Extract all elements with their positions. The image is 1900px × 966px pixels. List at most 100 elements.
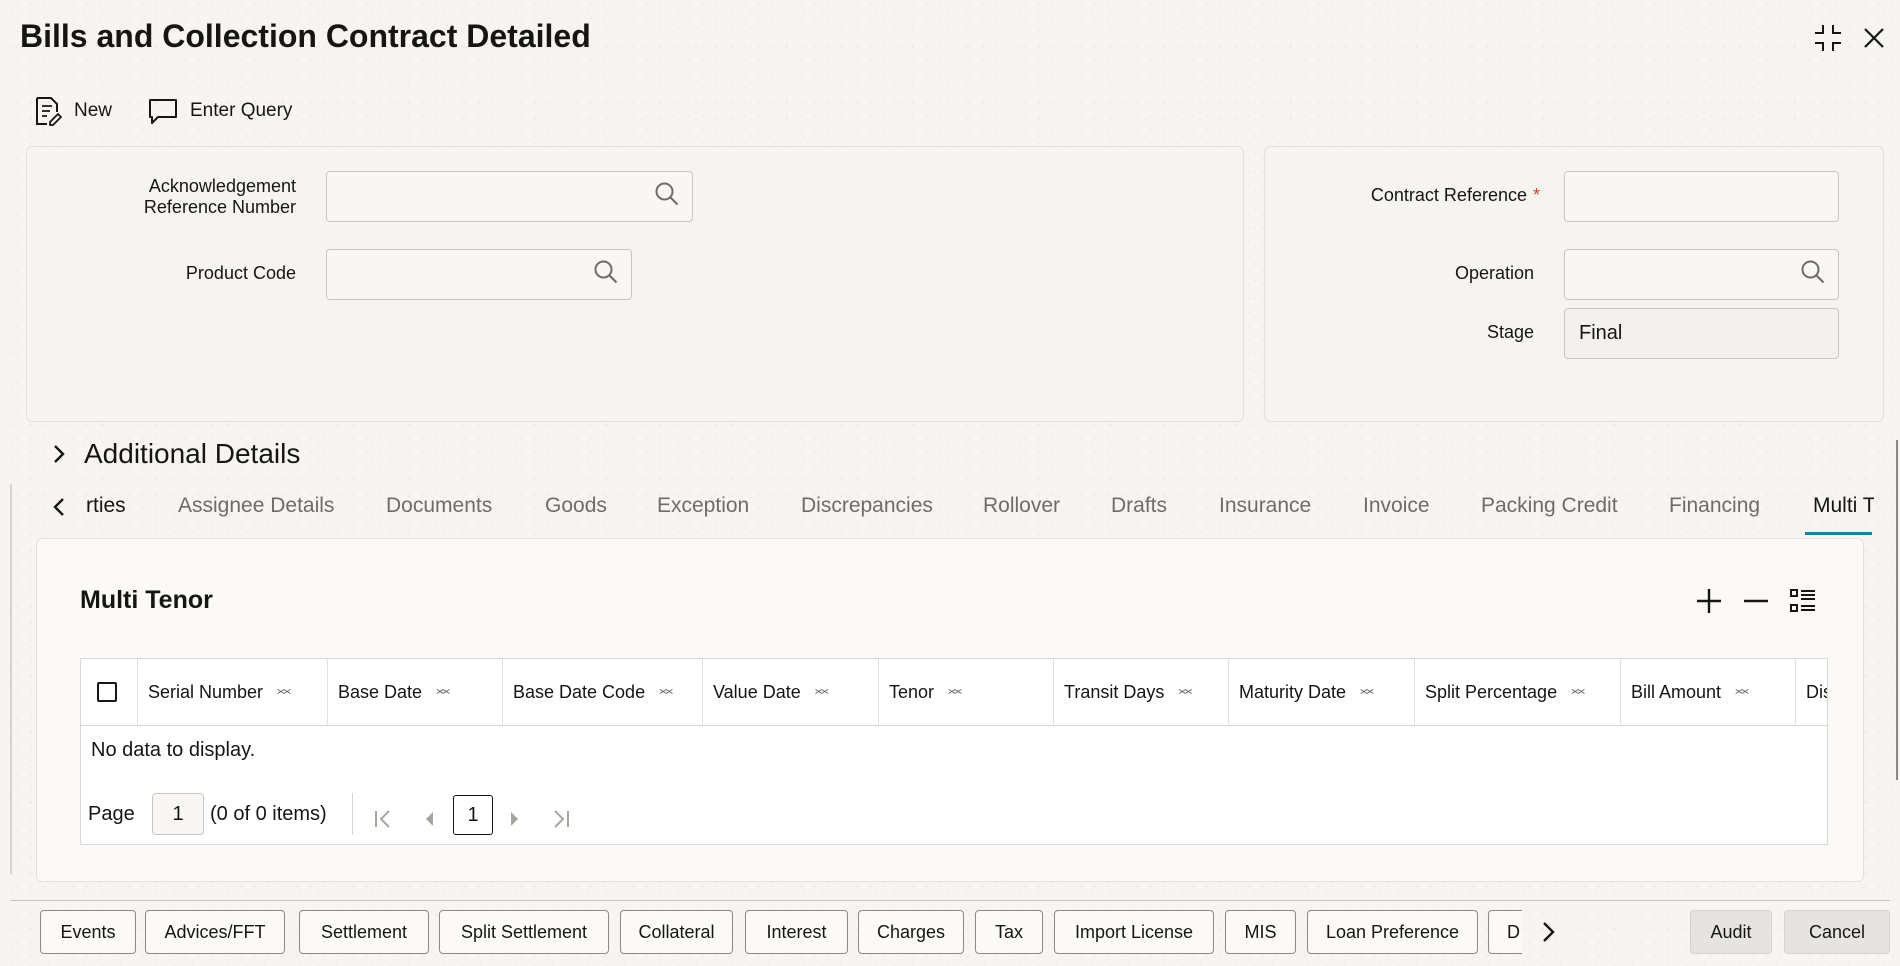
col-base-date-code[interactable]: Base Date Code ︿ ﹀: [503, 659, 703, 725]
advices-fft-button[interactable]: Advices/FFT: [145, 910, 285, 954]
sort-icon: ︿ ﹀: [1735, 680, 1750, 704]
col-base-date-label: Base Date: [338, 681, 423, 702]
product-code-input[interactable]: [326, 249, 632, 300]
tab-drafts[interactable]: Drafts: [1111, 494, 1167, 518]
new-button-label: New: [74, 100, 113, 121]
tab-parties[interactable]: rties: [86, 494, 126, 518]
charges-button[interactable]: Charges: [858, 910, 964, 954]
collateral-button[interactable]: Collateral: [620, 910, 733, 954]
items-count: (0 of 0 items): [210, 803, 327, 825]
contract-ref-label: Contract Reference *: [1310, 185, 1540, 206]
chevron-left-icon: [53, 498, 64, 516]
tab-insurance[interactable]: Insurance: [1219, 494, 1311, 518]
col-transit-days[interactable]: Transit Days ︿ ﹀: [1054, 659, 1229, 725]
ack-ref-label: Acknowledgement Reference Number: [100, 176, 296, 218]
next-page-button[interactable]: [508, 808, 522, 835]
current-page-indicator[interactable]: 1: [453, 795, 493, 835]
select-all-checkbox-cell: [81, 659, 138, 725]
more-footer-button[interactable]: D: [1488, 910, 1522, 954]
sort-icon: ︿ ﹀: [948, 680, 963, 704]
col-serial-number-label: Serial Number: [148, 681, 264, 702]
last-page-button[interactable]: [550, 808, 572, 835]
cancel-button[interactable]: Cancel: [1784, 910, 1890, 954]
settlement-button[interactable]: Settlement: [299, 910, 429, 954]
col-discount[interactable]: Dis: [1796, 659, 1827, 725]
active-tab-indicator: [1805, 532, 1872, 535]
single-view-button[interactable]: [1788, 586, 1818, 621]
sort-icon: ︿ ﹀: [277, 680, 292, 704]
col-serial-number[interactable]: Serial Number ︿ ﹀: [138, 659, 328, 725]
chevron-right-icon: [1543, 922, 1555, 942]
multi-tenor-title: Multi Tenor: [80, 586, 213, 614]
col-tenor[interactable]: Tenor ︿ ﹀: [879, 659, 1054, 725]
tab-rollover[interactable]: Rollover: [983, 494, 1060, 518]
import-license-button[interactable]: Import License: [1054, 910, 1214, 954]
tab-documents[interactable]: Documents: [386, 494, 492, 518]
additional-details-toggle[interactable]: Additional Details: [52, 438, 300, 470]
search-icon[interactable]: [1800, 259, 1826, 291]
previous-page-button[interactable]: [422, 808, 436, 835]
audit-button[interactable]: Audit: [1690, 910, 1772, 954]
sort-icon: ︿ ﹀: [436, 680, 451, 704]
scrollbar[interactable]: [1896, 440, 1898, 780]
contract-ref-input[interactable]: [1564, 171, 1839, 222]
tab-goods[interactable]: Goods: [545, 494, 607, 518]
tab-assignee-details[interactable]: Assignee Details: [178, 494, 334, 518]
mis-button[interactable]: MIS: [1225, 910, 1296, 954]
col-value-date[interactable]: Value Date ︿ ﹀: [703, 659, 879, 725]
search-icon[interactable]: [593, 259, 619, 291]
delete-row-button[interactable]: [1741, 586, 1771, 621]
add-row-button[interactable]: [1694, 586, 1724, 621]
tab-invoice[interactable]: Invoice: [1363, 494, 1430, 518]
search-icon[interactable]: [654, 181, 680, 213]
tab-exception[interactable]: Exception: [657, 494, 749, 518]
product-code-label: Product Code: [185, 263, 296, 283]
col-maturity-date[interactable]: Maturity Date ︿ ﹀: [1229, 659, 1415, 725]
footer-divider: [10, 900, 1890, 901]
close-window-button[interactable]: [1856, 20, 1892, 56]
col-base-date-code-label: Base Date Code: [513, 681, 646, 702]
footer-scroll-right-button[interactable]: [1540, 920, 1556, 949]
tab-financing[interactable]: Financing: [1669, 494, 1760, 518]
ack-ref-label-line2: Reference Number: [143, 197, 296, 217]
interest-button[interactable]: Interest: [745, 910, 848, 954]
operation-input[interactable]: [1564, 249, 1839, 300]
tab-scroll-left-button[interactable]: [52, 496, 66, 524]
col-transit-days-label: Transit Days: [1064, 681, 1165, 702]
minus-icon: [1744, 599, 1768, 603]
new-document-icon: [36, 97, 62, 126]
minimize-window-button[interactable]: [1810, 20, 1846, 56]
page-label: Page: [88, 803, 135, 825]
next-page-icon: [511, 812, 518, 826]
pagination-divider: [352, 793, 353, 835]
new-button[interactable]: New: [34, 94, 112, 128]
loan-preference-button[interactable]: Loan Preference: [1307, 910, 1478, 954]
tab-multi-tenor[interactable]: Multi T: [1813, 494, 1874, 518]
sort-icon: ︿ ﹀: [1360, 680, 1375, 704]
events-button[interactable]: Events: [40, 910, 136, 954]
sort-icon: ︿ ﹀: [1178, 680, 1193, 704]
select-all-checkbox[interactable]: [97, 682, 117, 702]
page-number-input[interactable]: 1: [152, 793, 204, 835]
page-title: Bills and Collection Contract Detailed: [20, 18, 591, 54]
list-detail-icon: [1790, 589, 1815, 612]
last-page-icon: [554, 810, 569, 828]
tax-button[interactable]: Tax: [975, 910, 1043, 954]
col-base-date[interactable]: Base Date ︿ ﹀: [328, 659, 503, 725]
first-page-button[interactable]: [372, 808, 394, 835]
sort-icon: ︿ ﹀: [814, 680, 829, 704]
col-split-percentage[interactable]: Split Percentage ︿ ﹀: [1415, 659, 1621, 725]
operation-label: Operation: [1454, 263, 1534, 283]
additional-details-label: Additional Details: [84, 438, 301, 469]
tab-discrepancies[interactable]: Discrepancies: [801, 494, 933, 518]
ack-ref-input[interactable]: [326, 171, 693, 222]
col-bill-amount[interactable]: Bill Amount ︿ ﹀: [1621, 659, 1796, 725]
page-number-value: 1: [172, 802, 184, 825]
split-settlement-button[interactable]: Split Settlement: [439, 910, 609, 954]
stage-label: Stage: [1486, 322, 1534, 342]
enter-query-button[interactable]: Enter Query: [148, 94, 292, 128]
tab-packing-credit[interactable]: Packing Credit: [1481, 494, 1618, 518]
empty-message: No data to display.: [91, 739, 256, 761]
close-icon: [1864, 28, 1884, 48]
col-tenor-label: Tenor: [889, 681, 935, 702]
